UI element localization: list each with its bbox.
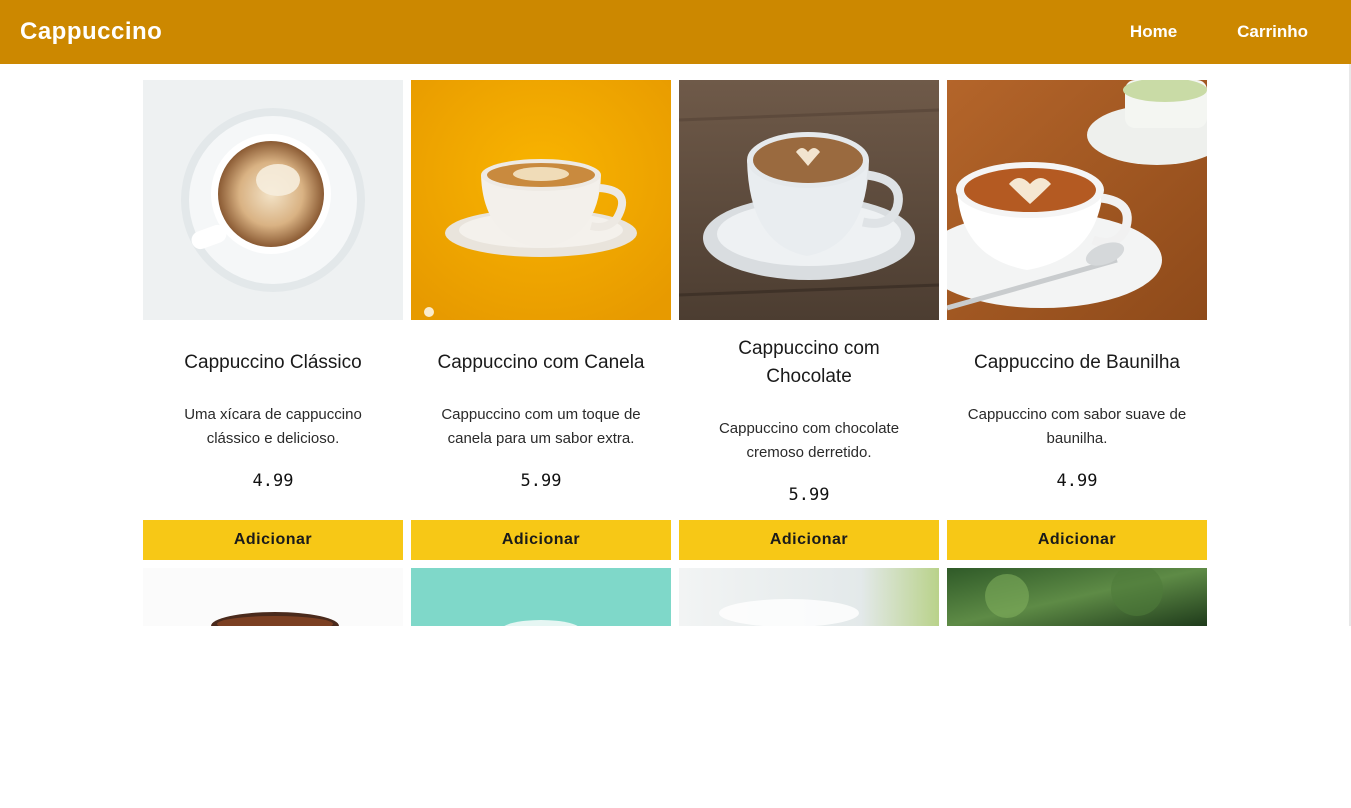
product-image (947, 568, 1207, 808)
product-image (411, 568, 671, 808)
product-card: Cappuccino com Chocolate Cappuccino com … (679, 80, 939, 560)
product-price: 4.99 (1056, 471, 1098, 491)
product-card: Cappuccino Clássico Uma xícara de cappuc… (143, 80, 403, 560)
nav-links: Home Carrinho (1130, 22, 1308, 42)
product-price: 4.99 (252, 471, 294, 491)
product-description: Cappuccino com um toque de canela para u… (441, 406, 641, 447)
brand-logo[interactable]: Cappuccino (20, 18, 162, 46)
product-image-chocolate (679, 80, 939, 320)
product-price: 5.99 (520, 471, 562, 491)
product-image (143, 568, 403, 808)
product-price: 5.99 (788, 485, 830, 505)
product-image (679, 568, 939, 808)
product-info: Cappuccino de Baunilha Cappuccino com sa… (947, 320, 1207, 520)
product-title: Cappuccino com Chocolate (738, 338, 880, 387)
add-to-cart-button[interactable]: Adicionar (411, 520, 671, 560)
product-grid: Cappuccino Clássico Uma xícara de cappuc… (143, 80, 1207, 560)
product-grid-row-2 (143, 568, 1207, 808)
product-title: Cappuccino com Canela (437, 352, 645, 373)
product-title: Cappuccino de Baunilha (974, 352, 1180, 373)
product-image-cinnamon (411, 80, 671, 320)
product-title: Cappuccino Clássico (184, 352, 362, 373)
nav-home-link[interactable]: Home (1130, 22, 1177, 42)
product-image-vanilla (947, 80, 1207, 320)
product-card: Cappuccino de Baunilha Cappuccino com sa… (947, 80, 1207, 560)
product-description: Cappuccino com chocolate cremoso derreti… (718, 420, 900, 461)
product-image-classic (143, 80, 403, 320)
add-to-cart-button[interactable]: Adicionar (947, 520, 1207, 560)
add-to-cart-button[interactable]: Adicionar (143, 520, 403, 560)
product-info: Cappuccino Clássico Uma xícara de cappuc… (143, 320, 403, 520)
product-description: Cappuccino com sabor suave de baunilha. (967, 406, 1187, 447)
add-to-cart-button[interactable]: Adicionar (679, 520, 939, 560)
top-navbar: Cappuccino Home Carrinho (0, 0, 1351, 64)
product-description: Uma xícara de cappuccino clássico e deli… (184, 406, 362, 447)
product-info: Cappuccino com Chocolate Cappuccino com … (679, 320, 939, 520)
product-info: Cappuccino com Canela Cappuccino com um … (411, 320, 671, 520)
product-card: Cappuccino com Canela Cappuccino com um … (411, 80, 671, 560)
nav-cart-link[interactable]: Carrinho (1237, 22, 1308, 42)
